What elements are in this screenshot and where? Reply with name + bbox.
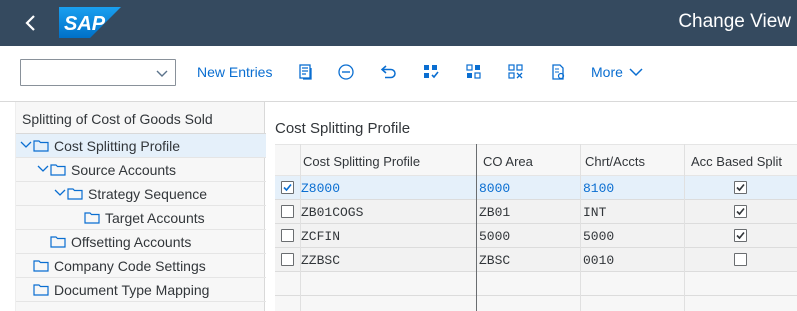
row-select-checkbox[interactable]: [281, 253, 294, 266]
fixed-column-divider[interactable]: [476, 144, 477, 311]
print-icon[interactable]: [546, 61, 570, 83]
folder-icon: [33, 284, 49, 296]
sap-logo[interactable]: SAP: [59, 7, 121, 38]
cell-co-area[interactable]: 5000: [479, 229, 510, 244]
table-row[interactable]: Z8000 8000 8100: [275, 176, 797, 200]
cell-profile[interactable]: ZZBSC: [301, 253, 340, 268]
back-button[interactable]: [14, 7, 48, 39]
data-table: Cost Splitting Profile CO Area Chrt/Acct…: [275, 144, 797, 311]
logo-text: SAP: [64, 13, 106, 35]
empty-row: [275, 296, 797, 311]
tree-item-target-accounts[interactable]: Target Accounts: [16, 206, 266, 230]
cell-chart[interactable]: 5000: [583, 229, 614, 244]
cell-profile[interactable]: ZCFIN: [301, 229, 340, 244]
tree-item-strategy-sequence[interactable]: Strategy Sequence: [16, 182, 266, 206]
tree-item-company-code-settings[interactable]: Company Code Settings: [16, 254, 266, 278]
page-title: Change View: [678, 11, 791, 32]
row-select-checkbox[interactable]: [281, 229, 294, 242]
toolbar: New Entries More: [0, 46, 797, 102]
acc-split-checkbox[interactable]: [734, 181, 747, 194]
undo-icon[interactable]: [377, 61, 401, 83]
folder-icon: [84, 212, 100, 224]
checkmark-icon: [736, 231, 745, 240]
more-button[interactable]: More: [591, 64, 643, 80]
empty-row: [275, 272, 797, 296]
table-row[interactable]: ZCFIN 5000 5000: [275, 224, 797, 248]
acc-split-checkbox[interactable]: [734, 205, 747, 218]
variant-select[interactable]: [20, 59, 176, 86]
row-select-checkbox[interactable]: [281, 181, 294, 194]
tree-item-cost-splitting-profile[interactable]: Cost Splitting Profile: [16, 134, 266, 158]
column-divider: [300, 144, 301, 311]
table-header: Cost Splitting Profile CO Area Chrt/Acct…: [275, 144, 797, 176]
tree-item-source-accounts[interactable]: Source Accounts: [16, 158, 266, 182]
chevron-down-icon: [156, 70, 168, 77]
column-header-profile[interactable]: Cost Splitting Profile: [303, 154, 420, 169]
navigation-tree: Splitting of Cost of Goods Sold Cost Spl…: [15, 102, 266, 311]
expand-arrow-icon[interactable]: [37, 164, 49, 174]
folder-icon: [67, 188, 83, 200]
tree-item-document-type-mapping[interactable]: Document Type Mapping: [16, 278, 266, 302]
folder-icon: [33, 260, 49, 272]
column-divider: [580, 144, 581, 311]
open-folder-icon: [33, 140, 49, 152]
cell-chart[interactable]: INT: [583, 205, 606, 220]
expand-arrow-icon[interactable]: [54, 188, 66, 198]
column-header-co-area[interactable]: CO Area: [483, 154, 533, 169]
tree-header: Splitting of Cost of Goods Sold: [16, 102, 266, 134]
copy-as-icon[interactable]: [294, 61, 318, 83]
acc-split-checkbox[interactable]: [734, 229, 747, 242]
cell-profile[interactable]: Z8000: [301, 181, 340, 196]
deselect-all-icon[interactable]: [504, 61, 528, 83]
table-row[interactable]: ZZBSC ZBSC 0010: [275, 248, 797, 272]
cell-profile[interactable]: ZB01COGS: [301, 205, 363, 220]
new-entries-button[interactable]: New Entries: [197, 64, 272, 80]
column-header-acc-split[interactable]: Acc Based Split: [691, 154, 782, 169]
row-select-checkbox[interactable]: [281, 205, 294, 218]
column-divider: [684, 144, 685, 311]
cell-co-area[interactable]: 8000: [479, 181, 510, 196]
acc-split-checkbox[interactable]: [734, 253, 747, 266]
table-row[interactable]: ZB01COGS ZB01 INT: [275, 200, 797, 224]
shell-bar: SAP Change View: [0, 0, 797, 46]
folder-icon: [50, 236, 66, 248]
back-icon: [25, 15, 35, 31]
checkmark-icon: [736, 183, 745, 192]
checkmark-icon: [736, 207, 745, 216]
cell-chart[interactable]: 8100: [583, 181, 614, 196]
cell-co-area[interactable]: ZBSC: [479, 253, 510, 268]
cell-chart[interactable]: 0010: [583, 253, 614, 268]
expand-arrow-icon[interactable]: [20, 140, 32, 150]
delete-icon[interactable]: [334, 61, 358, 83]
column-header-chart[interactable]: Chrt/Accts: [585, 154, 645, 169]
checkmark-icon: [283, 183, 292, 192]
select-all-icon[interactable]: [419, 61, 443, 83]
select-block-icon[interactable]: [462, 61, 486, 83]
cell-co-area[interactable]: ZB01: [479, 205, 510, 220]
folder-icon: [50, 164, 66, 176]
table-title: Cost Splitting Profile: [275, 120, 411, 137]
more-label: More: [591, 64, 623, 80]
tree-item-offsetting-accounts[interactable]: Offsetting Accounts: [16, 230, 266, 254]
chevron-down-icon: [629, 68, 643, 77]
